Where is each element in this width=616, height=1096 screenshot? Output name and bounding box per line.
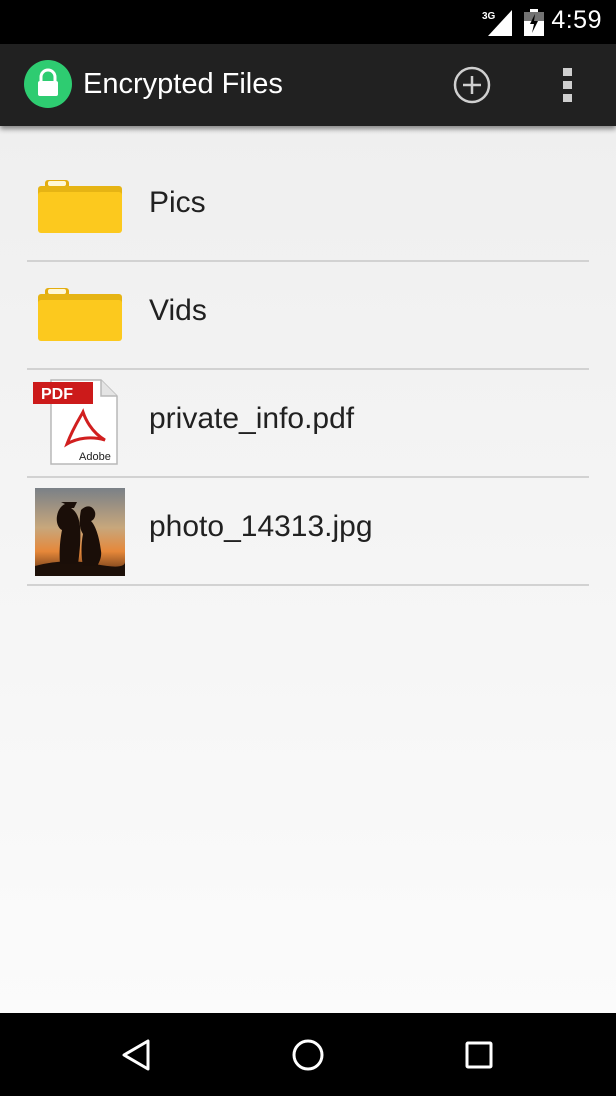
file-list: Pics Vids PDF Adobe private_info.pdf pho… (27, 154, 589, 586)
list-item-vids[interactable]: Vids (27, 262, 589, 370)
signal-icon: 3G (482, 10, 512, 36)
file-list-area: Pics Vids PDF Adobe private_info.pdf pho… (0, 126, 616, 1013)
lock-icon (38, 68, 58, 96)
svg-text:Adobe: Adobe (79, 451, 111, 463)
back-icon[interactable] (118, 1035, 158, 1075)
app-logo (24, 60, 72, 108)
folder-icon (38, 180, 122, 233)
list-item-pdf[interactable]: PDF Adobe private_info.pdf (27, 370, 589, 478)
home-icon[interactable] (288, 1035, 328, 1075)
file-name: private_info.pdf (149, 402, 355, 435)
add-circle-icon[interactable] (450, 63, 494, 107)
action-bar: Encrypted Files (0, 44, 616, 126)
clock: 4:59 (551, 6, 602, 34)
svg-text:PDF: PDF (41, 386, 73, 403)
status-bar: 3G 4:59 (0, 0, 616, 44)
pdf-icon: PDF Adobe (33, 379, 118, 465)
svg-text:3G: 3G (482, 11, 496, 22)
recent-apps-icon[interactable] (459, 1035, 499, 1075)
battery-icon (524, 9, 544, 36)
file-name: Vids (149, 294, 207, 327)
file-name: photo_14313.jpg (149, 510, 373, 543)
file-name: Pics (149, 186, 206, 219)
overflow-menu-icon[interactable] (548, 63, 588, 107)
folder-icon (38, 288, 122, 341)
page-title: Encrypted Files (83, 68, 283, 100)
navigation-bar (0, 1013, 616, 1096)
list-item-pics[interactable]: Pics (27, 154, 589, 262)
list-item-photo[interactable]: photo_14313.jpg (27, 478, 589, 586)
photo-thumbnail (35, 488, 125, 576)
